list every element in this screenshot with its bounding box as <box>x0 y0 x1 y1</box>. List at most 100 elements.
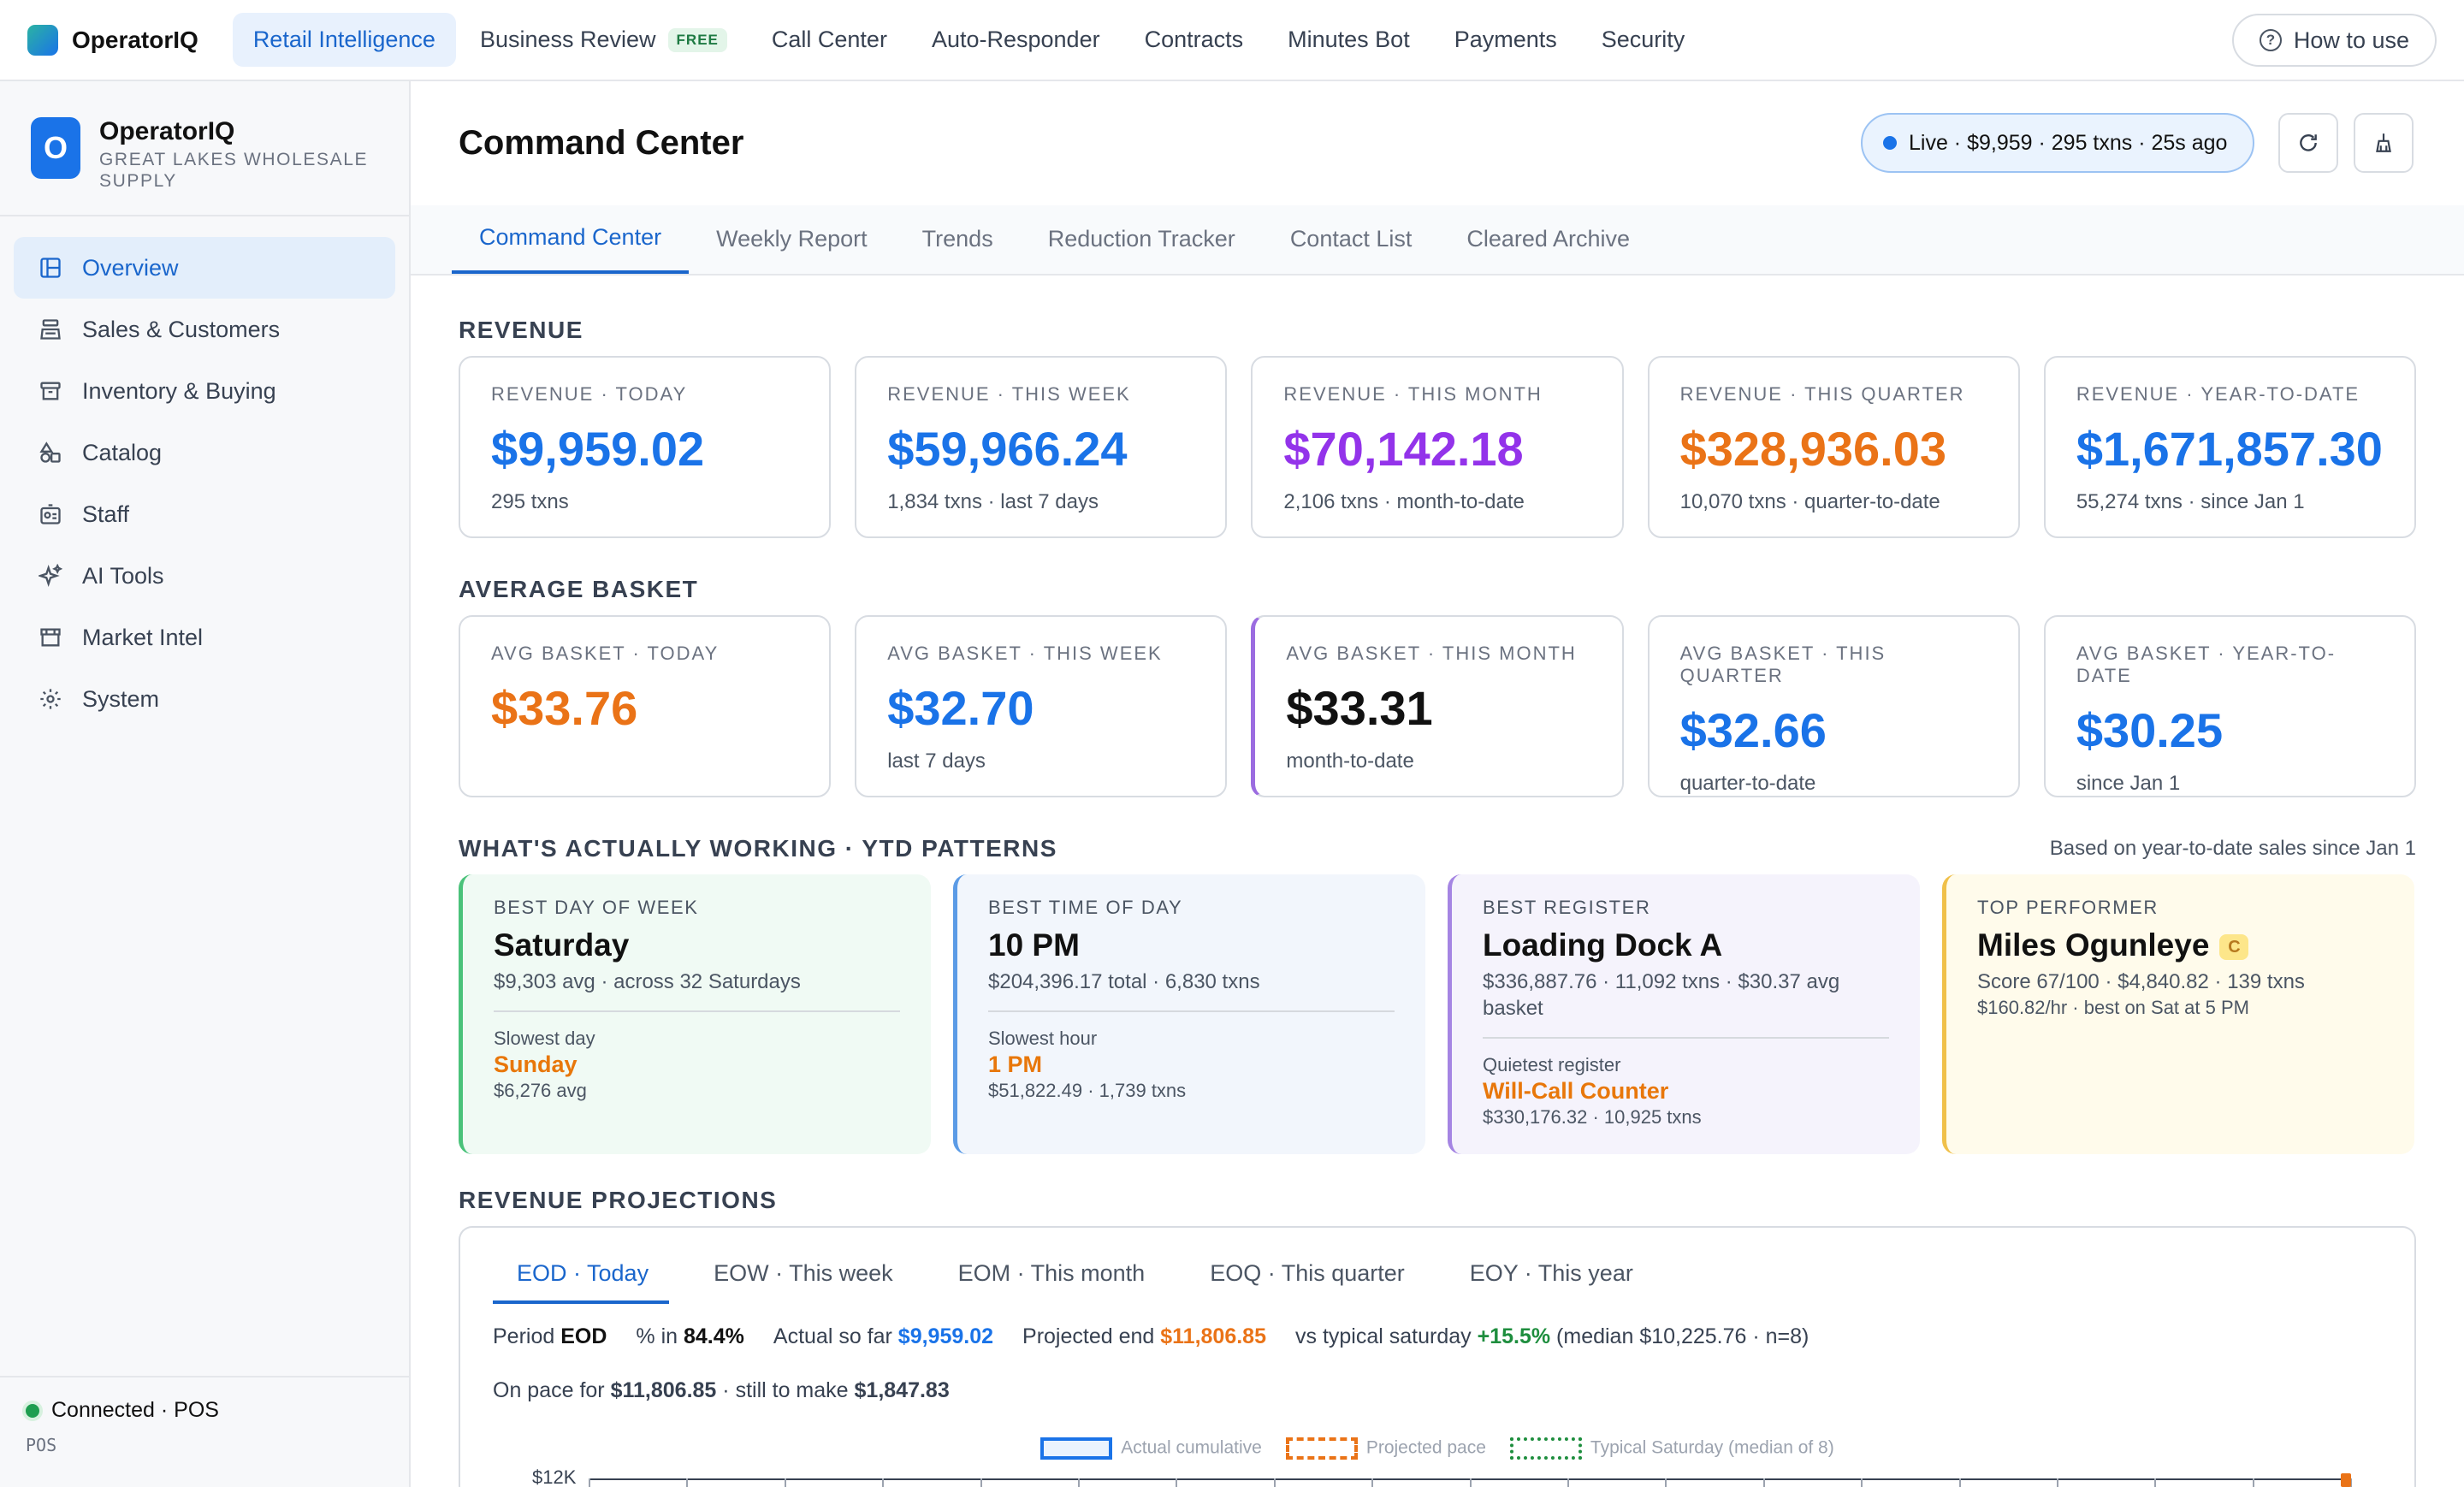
basket-card-today[interactable]: AVG BASKET · TODAY $33.76 <box>459 615 832 797</box>
x-gridline-tick <box>1665 1478 1667 1487</box>
insights-section-title: WHAT'S ACTUALLY WORKING · YTD PATTERNS <box>459 835 1057 862</box>
card-value: $59,966.24 <box>887 422 1128 476</box>
topnav-call-center[interactable]: Call Center <box>751 13 908 67</box>
card-value: $33.31 <box>1286 681 1433 735</box>
brand[interactable]: OperatorIQ <box>27 24 198 56</box>
card-value: $30.25 <box>2076 703 2224 757</box>
slowest-sub: $51,822.49 · 1,739 txns <box>988 1080 1187 1102</box>
insights-note: Based on year-to-date sales since Jan 1 <box>2049 837 2416 860</box>
sidebar-item-label: Sales & Customers <box>82 316 281 342</box>
stat-note: (median $10,225.76 · n=8) <box>1556 1324 1810 1348</box>
legend-projected[interactable]: Projected pace <box>1285 1437 1486 1460</box>
sidebar-item-staff[interactable]: Staff <box>14 483 395 545</box>
live-status-pill[interactable]: Live · $9,959 · 295 txns · 25s ago <box>1861 113 2254 173</box>
legend-typical[interactable]: Typical Saturday (median of 8) <box>1509 1437 1834 1460</box>
sidebar-item-label: Staff <box>82 501 130 527</box>
revenue-card-month[interactable]: REVENUE · THIS MONTH $70,142.18 2,106 tx… <box>1251 356 1624 538</box>
x-gridline-tick <box>589 1478 590 1487</box>
stat-percent-in: % in 84.4% <box>636 1324 743 1349</box>
topnav-minutes-bot[interactable]: Minutes Bot <box>1267 13 1430 67</box>
page-title: Command Center <box>459 124 744 162</box>
sidebar-item-catalog[interactable]: Catalog <box>14 422 395 483</box>
card-label: REVENUE · THIS MONTH <box>1283 383 1543 405</box>
card-sub: 2,106 txns · month-to-date <box>1283 490 1525 513</box>
status-dot-icon <box>26 1403 39 1418</box>
basket-card-week[interactable]: AVG BASKET · THIS WEEK $32.70 last 7 day… <box>855 615 1228 797</box>
sidebar-item-sales-customers[interactable]: Sales & Customers <box>14 299 395 360</box>
divider <box>494 1010 900 1013</box>
live-status-text: Live · $9,959 · 295 txns · 25s ago <box>1909 130 2228 155</box>
tab-trends[interactable]: Trends <box>895 204 1021 274</box>
insight-sub: $336,887.76 · 11,092 txns · $30.37 avg b… <box>1483 970 1840 1021</box>
sidebar-item-inventory-buying[interactable]: Inventory & Buying <box>14 360 395 422</box>
tab-contact-list[interactable]: Contact List <box>1263 204 1440 274</box>
clear-button[interactable] <box>2354 113 2414 173</box>
basket-card-quarter[interactable]: AVG BASKET · THIS QUARTER $32.66 quarter… <box>1647 615 2020 797</box>
card-value: $32.70 <box>887 681 1034 735</box>
topnav-label: Payments <box>1454 27 1557 52</box>
sidebar-item-system[interactable]: System <box>14 668 395 730</box>
tab-weekly-report[interactable]: Weekly Report <box>689 204 895 274</box>
legend-swatch-typical <box>1509 1437 1582 1460</box>
slowest-label: Quietest register <box>1483 1054 1621 1076</box>
x-gridline-tick <box>1958 1478 1961 1487</box>
layout-icon <box>38 255 63 281</box>
topnav-retail-intelligence[interactable]: Retail Intelligence <box>232 13 456 67</box>
topnav-business-review[interactable]: Business Review FREE <box>459 13 748 67</box>
basket-card-month[interactable]: AVG BASKET · THIS MONTH $33.31 month-to-… <box>1251 615 1624 797</box>
sidebar-item-market-intel[interactable]: Market Intel <box>14 607 395 668</box>
topnav-payments[interactable]: Payments <box>1434 13 1578 67</box>
basket-card-ytd[interactable]: AVG BASKET · YEAR-TO-DATE $30.25 since J… <box>2043 615 2417 797</box>
stat-actual: Actual so far $9,959.02 <box>773 1324 993 1349</box>
topnav-label: Security <box>1601 27 1685 52</box>
topnav-auto-responder[interactable]: Auto-Responder <box>911 13 1121 67</box>
insight-best-time[interactable]: BEST TIME OF DAY 10 PM $204,396.17 total… <box>953 874 1425 1154</box>
insight-value: Loading Dock A <box>1483 927 1723 963</box>
stat-value: 84.4% <box>684 1324 744 1348</box>
topnav-label: Retail Intelligence <box>252 27 435 52</box>
insight-best-register[interactable]: BEST REGISTER Loading Dock A $336,887.76… <box>1448 874 1920 1154</box>
sidebar-item-label: Catalog <box>82 439 163 465</box>
tab-cleared-archive[interactable]: Cleared Archive <box>1439 204 1657 274</box>
slowest-value: Sunday <box>494 1052 578 1078</box>
revenue-card-ytd[interactable]: REVENUE · YEAR-TO-DATE $1,671,857.30 55,… <box>2043 356 2417 538</box>
sidebar-item-ai-tools[interactable]: AI Tools <box>14 545 395 607</box>
refresh-button[interactable] <box>2278 113 2338 173</box>
topnav-security[interactable]: Security <box>1581 13 1706 67</box>
revenue-card-today[interactable]: REVENUE · TODAY $9,959.02 295 txns <box>459 356 832 538</box>
slowest-sub: $330,176.32 · 10,925 txns <box>1483 1106 1702 1129</box>
x-gridline-tick <box>980 1478 982 1487</box>
projection-tabs: EOD · Today EOW · This week EOM · This m… <box>493 1260 2382 1304</box>
id-badge-icon <box>38 501 63 527</box>
insight-top-performer[interactable]: TOP PERFORMER Miles Ogunleye C Score 67/1… <box>1942 874 2414 1154</box>
revenue-card-week[interactable]: REVENUE · THIS WEEK $59,966.24 1,834 txn… <box>855 356 1228 538</box>
how-to-use-button[interactable]: ? How to use <box>2231 14 2437 67</box>
sidebar-item-label: AI Tools <box>82 562 164 589</box>
basket-section-title: AVERAGE BASKET <box>459 576 699 602</box>
stat-vs-typical: vs typical saturday +15.5% (median $10,2… <box>1295 1324 1809 1349</box>
sidebar: O OperatorIQ GREAT LAKES WHOLESALE SUPPL… <box>0 81 411 1487</box>
tab-eoy[interactable]: EOY · This year <box>1446 1260 1654 1304</box>
sidebar-item-label: System <box>82 685 160 712</box>
revenue-card-quarter[interactable]: REVENUE · THIS QUARTER $328,936.03 10,07… <box>1647 356 2020 538</box>
refresh-icon <box>2300 134 2317 151</box>
card-sub: 295 txns <box>491 490 569 513</box>
main-content: Command Center Live · $9,959 · 295 txns … <box>411 81 2464 1487</box>
legend-actual[interactable]: Actual cumulative <box>1040 1437 1262 1460</box>
x-gridline-tick <box>1567 1478 1569 1487</box>
projection-chart: $12K <box>459 1466 2416 1487</box>
topnav-contracts[interactable]: Contracts <box>1124 13 1265 67</box>
tab-command-center[interactable]: Command Center <box>452 204 690 274</box>
legend-label: Actual cumulative <box>1121 1437 1262 1458</box>
live-dot-icon <box>1883 136 1897 150</box>
card-label: AVG BASKET · THIS WEEK <box>887 643 1163 664</box>
tab-eoq[interactable]: EOQ · This quarter <box>1186 1260 1425 1304</box>
tab-reduction-tracker[interactable]: Reduction Tracker <box>1021 204 1263 274</box>
connection-source: POS <box>26 1435 57 1455</box>
sidebar-item-overview[interactable]: Overview <box>14 237 395 299</box>
tab-eow[interactable]: EOW · This week <box>690 1260 914 1304</box>
insight-best-day[interactable]: BEST DAY OF WEEK Saturday $9,303 avg · a… <box>459 874 931 1154</box>
tab-eom[interactable]: EOM · This month <box>934 1260 1166 1304</box>
card-label: REVENUE · THIS QUARTER <box>1679 383 1965 405</box>
tab-eod[interactable]: EOD · Today <box>493 1260 670 1304</box>
